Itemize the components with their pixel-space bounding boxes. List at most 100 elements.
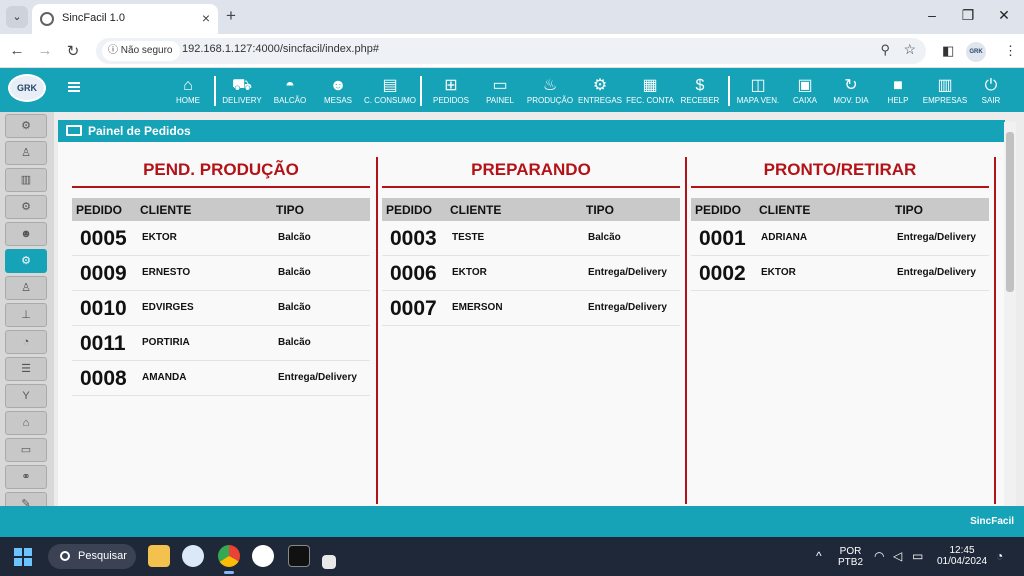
nav-label: ENTREGAS <box>577 96 622 105</box>
order-number: 0002 <box>699 262 746 285</box>
side-panel-icon[interactable]: ◧ <box>942 43 954 59</box>
forward-button[interactable]: → <box>36 42 54 59</box>
sidebar-item[interactable]: Y <box>5 384 47 408</box>
tab-title: SincFacil 1.0 <box>62 12 125 24</box>
sidebar-item[interactable]: ⚙ <box>5 195 47 219</box>
nav-label: RECEBER <box>680 96 720 105</box>
order-client: ERNESTO <box>142 267 191 278</box>
order-row[interactable]: 0008 AMANDA Entrega/Delivery <box>72 361 370 396</box>
users-icon: ☻ <box>329 77 347 94</box>
order-row[interactable]: 0007 EMERSON Entrega/Delivery <box>382 291 680 326</box>
sidebar-item[interactable]: ♙ <box>5 141 47 165</box>
sidebar-item[interactable]: ⚙ <box>5 249 47 273</box>
sidebar-item[interactable]: ▭ <box>5 438 47 462</box>
motorcycle-icon: ⚙ <box>592 77 608 94</box>
clock-date: 01/04/2024 <box>936 556 988 567</box>
sidebar-item[interactable]: ⚭ <box>5 465 47 489</box>
minimize-button[interactable]: – <box>922 7 942 23</box>
hamburger-menu-icon[interactable] <box>68 82 80 92</box>
sidebar-item[interactable]: ☻ <box>5 222 47 246</box>
order-row[interactable]: 0002 EKTOR Entrega/Delivery <box>691 256 989 291</box>
order-row[interactable]: 0006 EKTOR Entrega/Delivery <box>382 256 680 291</box>
browser-toolbar: ← → ↻ ⓘ Não seguro 192.168.1.127:4000/si… <box>0 34 1024 68</box>
volume-icon[interactable]: ◁ <box>893 549 902 563</box>
order-row[interactable]: 0009 ERNESTO Balcão <box>72 256 370 291</box>
address-bar[interactable]: ⓘ Não seguro 192.168.1.127:4000/sincfaci… <box>96 38 926 64</box>
restore-button[interactable]: ❐ <box>958 7 978 24</box>
security-chip[interactable]: ⓘ Não seguro <box>102 41 181 61</box>
tab-search-button[interactable]: ⌄ <box>6 6 28 28</box>
cogs-icon: ⚙ <box>21 120 31 132</box>
new-tab-button[interactable]: + <box>226 6 236 26</box>
sidebar-item[interactable]: ⌂ <box>5 411 47 435</box>
sidebar-item[interactable]: ▥ <box>5 168 47 192</box>
nav-home[interactable]: ⌂ HOME <box>160 68 216 112</box>
close-tab-icon[interactable]: × <box>202 10 210 26</box>
monitor-icon <box>66 125 82 136</box>
app-v-icon[interactable] <box>182 545 204 567</box>
taskbar-search[interactable]: Pesquisar <box>48 544 136 569</box>
order-number: 0001 <box>699 227 746 250</box>
sidebar-item[interactable]: ⚙ <box>5 114 47 138</box>
nav-users[interactable]: ☻ MESAS <box>310 68 366 112</box>
nav-chef[interactable]: ♨ PRODUÇÃO <box>522 68 578 112</box>
panel-title: Painel de Pedidos <box>88 124 191 138</box>
bookmark-star-icon[interactable]: ☆ <box>903 41 916 58</box>
nav-label: C. CONSUMO <box>364 96 416 105</box>
menu-dots-icon[interactable]: ⋮ <box>1004 43 1017 59</box>
reload-button[interactable]: ↻ <box>64 42 82 60</box>
order-row[interactable]: 0010 EDVIRGES Balcão <box>72 291 370 326</box>
app-small-icon[interactable] <box>322 555 336 569</box>
terminal-icon[interactable] <box>288 545 310 567</box>
sidebar-item[interactable]: ☰ <box>5 357 47 381</box>
cogs-icon: ⚙ <box>21 201 31 213</box>
rss-icon: ◔ <box>22 336 30 348</box>
header-tipo: TIPO <box>586 203 615 217</box>
nav-money[interactable]: $ RECEBER <box>672 68 728 112</box>
scrollbar-thumb[interactable] <box>1006 132 1014 292</box>
header-pedido: PEDIDO <box>76 203 123 217</box>
header-pedido: PEDIDO <box>695 203 742 217</box>
chrome-icon[interactable] <box>218 545 240 567</box>
order-row[interactable]: 0005 EKTOR Balcão <box>72 221 370 256</box>
app-logo: GRK <box>8 74 46 102</box>
chevron-up-icon[interactable]: ^ <box>816 549 822 563</box>
order-type: Entrega/Delivery <box>897 232 976 243</box>
order-row[interactable]: 0011 PORTIRIA Balcão <box>72 326 370 361</box>
file-explorer-icon[interactable] <box>148 545 170 567</box>
column-header-row: PEDIDO CLIENTE TIPO <box>382 198 680 221</box>
nav-calculator[interactable]: ▦ FEC. CONTA <box>622 68 678 112</box>
order-row[interactable]: 0003 TESTE Balcão <box>382 221 680 256</box>
order-client: TESTE <box>452 232 485 243</box>
column-divider <box>994 157 996 504</box>
back-button[interactable]: ← <box>8 42 26 59</box>
nav-monitor[interactable]: ▭ PAINEL <box>472 68 528 112</box>
teamviewer-icon[interactable] <box>252 545 274 567</box>
close-window-button[interactable]: ✕ <box>994 7 1014 24</box>
nav-motorcycle[interactable]: ⚙ ENTREGAS <box>572 68 628 112</box>
column-divider <box>685 157 687 504</box>
scrollbar[interactable] <box>1004 122 1016 506</box>
windows-start-icon[interactable] <box>14 548 32 566</box>
clock[interactable]: 12:45 01/04/2024 <box>936 545 988 567</box>
profile-avatar[interactable]: GRK <box>966 42 986 62</box>
column-title-rule <box>382 186 680 188</box>
chef-icon: ♨ <box>542 77 558 94</box>
search-label: Pesquisar <box>78 550 127 562</box>
order-row[interactable]: 0001 ADRIANA Entrega/Delivery <box>691 221 989 256</box>
nav-card[interactable]: ▤ C. CONSUMO <box>362 68 418 112</box>
browser-tab[interactable]: SincFacil 1.0 × <box>32 4 218 34</box>
nav-power[interactable]: ⏻ SAIR <box>963 68 1019 112</box>
sidebar-item[interactable]: ◔ <box>5 330 47 354</box>
notification-bell-icon[interactable]: ◔ <box>996 549 1003 563</box>
sidebar-item[interactable]: ⊥ <box>5 303 47 327</box>
zoom-icon[interactable]: ⚲ <box>880 42 890 58</box>
wifi-icon[interactable]: ◠ <box>874 549 884 563</box>
sidebar-item[interactable]: ♙ <box>5 276 47 300</box>
battery-icon[interactable]: ▭ <box>912 549 923 563</box>
header-cliente: CLIENTE <box>450 203 502 217</box>
language-indicator[interactable]: POR PTB2 <box>838 546 863 568</box>
nav-basket[interactable]: ⊞ PEDIDOS <box>423 68 479 112</box>
cogs-icon: ⚙ <box>21 255 31 267</box>
order-number: 0009 <box>80 262 127 285</box>
